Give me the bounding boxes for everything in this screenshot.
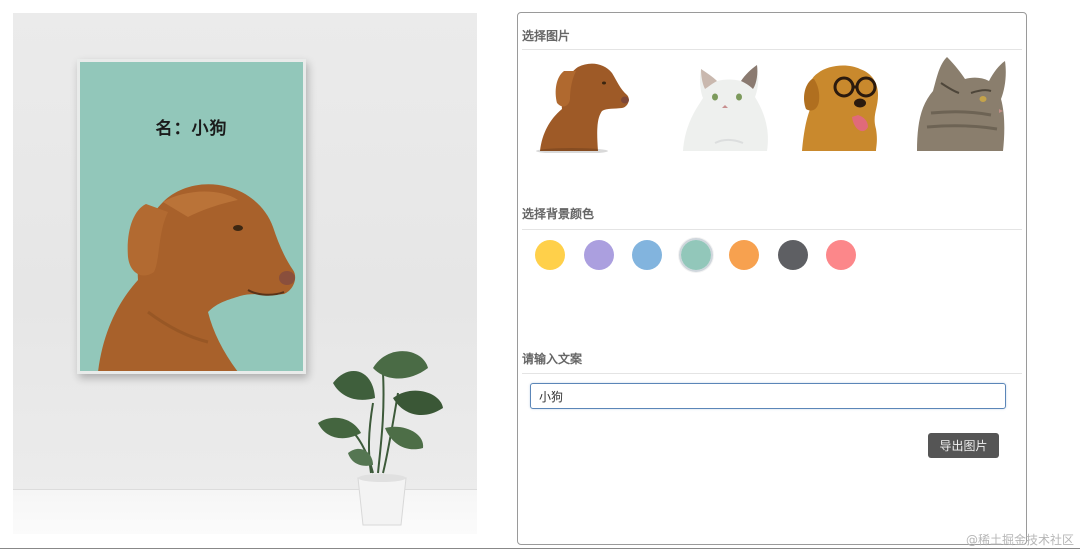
pet-picker: [522, 53, 1022, 154]
color-swatch-list: [533, 238, 933, 274]
bottom-divider: [0, 548, 1080, 549]
poster-frame: 名：小狗: [77, 59, 306, 374]
poster-canvas: 名：小狗: [80, 62, 303, 371]
control-panel: 选择图片 选择背景颜色 请输入文案 小狗 导出图片: [517, 12, 1027, 545]
color-swatch-dot: [632, 240, 662, 270]
divider: [522, 229, 1022, 230]
dog-vizsla-thumbnail: [536, 63, 629, 154]
divider: [522, 373, 1022, 374]
cat-tabby-thumbnail: [917, 57, 1006, 151]
color-swatch[interactable]: [678, 238, 713, 272]
color-swatch-dot: [826, 240, 856, 270]
color-swatch-dot: [535, 240, 565, 270]
pet-option-dog-golden-glasses[interactable]: [792, 53, 892, 153]
color-swatch[interactable]: [630, 238, 664, 272]
color-swatch-dot: [729, 240, 759, 270]
pet-option-cat-white[interactable]: [675, 53, 775, 153]
poster-dog-image: [98, 184, 296, 371]
plant-decoration: [318, 351, 443, 526]
color-swatch-dot: [777, 240, 808, 270]
preview-scene: 名：小狗: [13, 13, 477, 534]
poster-caption: 名：小狗: [155, 119, 228, 139]
watermark: @稀土掘金技术社区: [965, 533, 1074, 547]
pet-option-dog-vizsla[interactable]: [532, 53, 632, 154]
select-picture-title: 选择图片: [522, 29, 571, 43]
input-text-title: 请输入文案: [522, 352, 583, 366]
select-color-title: 选择背景颜色: [522, 207, 595, 221]
color-swatch[interactable]: [582, 238, 616, 272]
export-image-button[interactable]: 导出图片: [928, 433, 999, 458]
color-swatch[interactable]: [824, 238, 858, 272]
caption-text-input[interactable]: [530, 383, 1006, 409]
color-swatch-dot: [680, 240, 711, 270]
dog-golden-glasses-thumbnail: [802, 65, 878, 151]
cat-white-thumbnail: [683, 65, 768, 151]
divider: [522, 49, 1022, 50]
color-swatch-dot: [583, 240, 614, 270]
color-swatch[interactable]: [776, 238, 810, 272]
pet-option-cat-tabby[interactable]: [911, 53, 1011, 153]
color-swatch[interactable]: [533, 238, 567, 272]
color-swatch[interactable]: [727, 238, 761, 272]
